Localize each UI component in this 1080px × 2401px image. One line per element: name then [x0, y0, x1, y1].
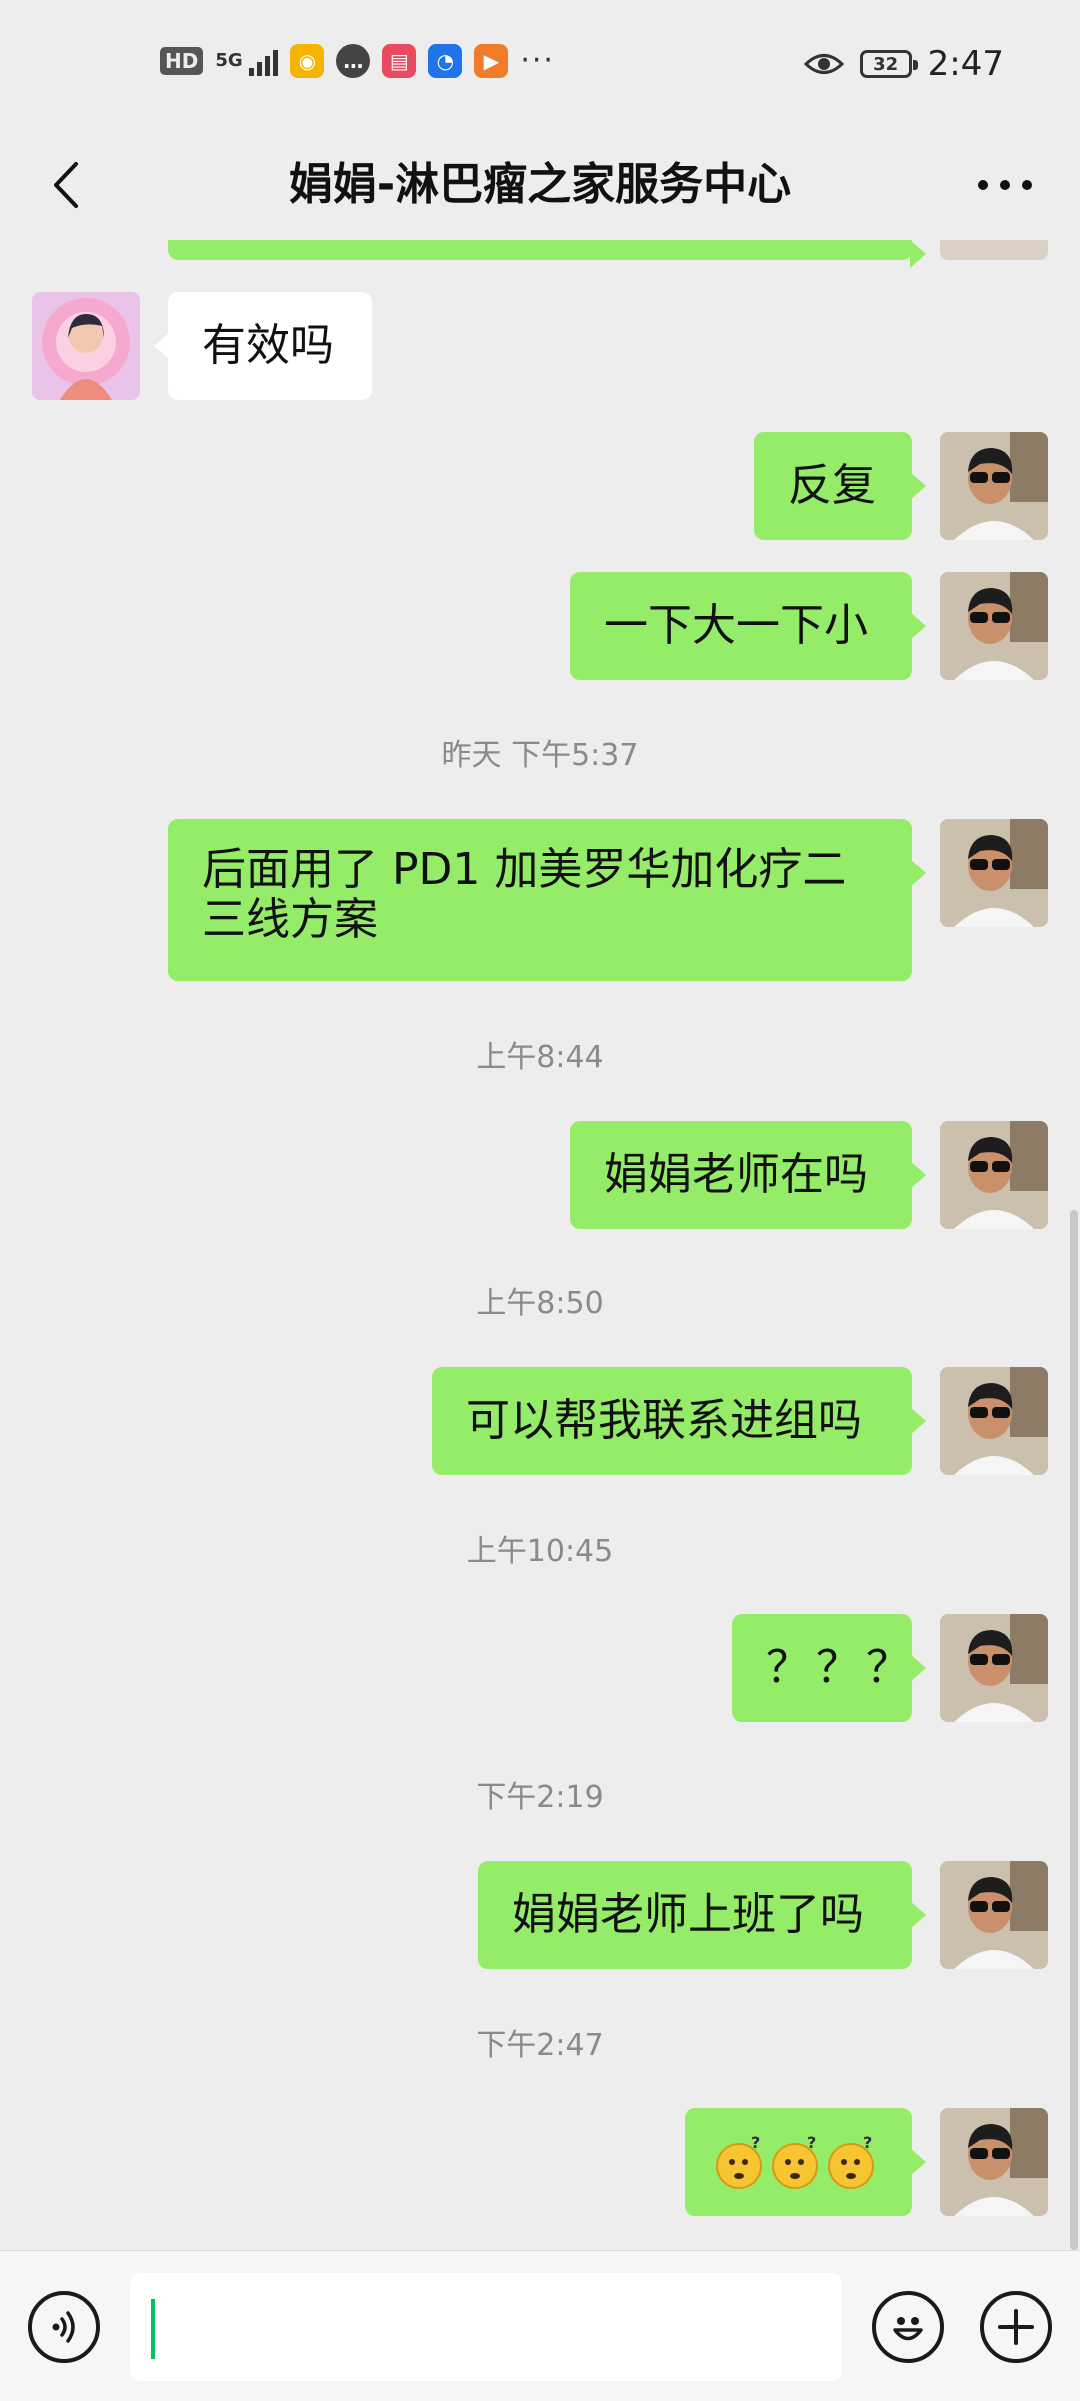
- status-bar: HD 5G ◉ … ▤ ◔ ▶ ··· 32 2:47: [0, 0, 1080, 130]
- timestamp: 昨天 下午5:37: [441, 738, 639, 773]
- network-type: 5G: [215, 50, 243, 71]
- message-text: ？？？: [766, 1642, 916, 1693]
- my-avatar[interactable]: [940, 2108, 1048, 2216]
- timestamp: 下午2:47: [476, 2028, 604, 2063]
- battery-icon: 32: [859, 50, 918, 78]
- message-bubble[interactable]: 可以帮我联系进组吗: [432, 1367, 926, 1475]
- contact-avatar[interactable]: [32, 292, 140, 400]
- svg-text:?: ?: [807, 2133, 816, 2152]
- timestamp: 下午2:19: [476, 1780, 604, 1815]
- voice-icon: [52, 2311, 75, 2343]
- message-bubble[interactable]: 娟娟老师上班了吗: [478, 1861, 926, 1969]
- message-text: 后面用了 PD1 加美罗华加化疗二三线方案: [202, 844, 847, 945]
- message-text: 反复: [788, 460, 876, 511]
- voice-button[interactable]: [28, 2291, 100, 2363]
- my-avatar[interactable]: [940, 1121, 1048, 1229]
- signal-icon: [249, 46, 279, 76]
- confused-face-emoji: ? ? ?: [716, 2133, 874, 2189]
- app-notification-icon: ◉: [290, 44, 325, 78]
- book-notification-icon: ▤: [382, 44, 417, 78]
- message-bubble[interactable]: 一下大一下小: [570, 572, 926, 680]
- chat-header: 娟娟-淋巴瘤之家服务中心: [0, 130, 1080, 240]
- more-notifications-icon: ···: [520, 43, 555, 78]
- text-cursor: [151, 2299, 155, 2359]
- clock: 2:47: [927, 44, 1004, 84]
- svg-text:?: ?: [863, 2133, 872, 2152]
- plus-icon: [998, 2309, 1034, 2345]
- timestamp: 上午8:44: [476, 1040, 604, 1075]
- hd-indicator: HD: [160, 47, 204, 75]
- more-button[interactable]: [970, 160, 1040, 210]
- message-text: 娟娟老师上班了吗: [512, 1889, 864, 1940]
- message-text: 娟娟老师在吗: [604, 1149, 868, 1200]
- timestamp: 上午10:45: [466, 1534, 614, 1569]
- my-avatar[interactable]: [940, 1861, 1048, 1969]
- chat-title: 娟娟-淋巴瘤之家服务中心: [288, 159, 792, 210]
- previous-message-bubble[interactable]: [168, 240, 926, 268]
- my-avatar[interactable]: [940, 240, 1048, 260]
- message-bubble[interactable]: ？？？: [732, 1614, 926, 1722]
- my-avatar[interactable]: [940, 572, 1048, 680]
- emoji-button[interactable]: [872, 2291, 944, 2363]
- message-text: 有效吗: [202, 320, 334, 371]
- svg-text:?: ?: [751, 2133, 760, 2152]
- my-avatar[interactable]: [940, 1367, 1048, 1475]
- message-bubble[interactable]: 娟娟老师在吗: [570, 1121, 926, 1229]
- chat-message-list[interactable]: 有效吗 反复 一下大一下小 昨天 下午5:37 后面用了 PD1 加美罗华加化疗…: [0, 240, 1080, 2250]
- status-icons-right: 32 2:47: [803, 44, 1004, 84]
- my-avatar[interactable]: [940, 432, 1048, 540]
- message-bubble[interactable]: 有效吗: [154, 292, 372, 400]
- my-avatar[interactable]: [940, 819, 1048, 927]
- message-bubble[interactable]: 反复: [754, 432, 926, 540]
- video-notification-icon: ▶: [474, 44, 509, 78]
- message-input[interactable]: [130, 2273, 842, 2381]
- eye-comfort-icon: [803, 54, 844, 74]
- plus-button[interactable]: [980, 2291, 1052, 2363]
- input-bar: [0, 2250, 1080, 2401]
- status-icons-left: HD 5G ◉ … ▤ ◔ ▶ ···: [160, 44, 555, 78]
- emoji-message-bubble[interactable]: ? ? ?: [685, 2108, 926, 2216]
- chat-scrollbar[interactable]: [1070, 1210, 1078, 2250]
- more-dots-icon: [978, 180, 1032, 190]
- my-avatar[interactable]: [940, 1614, 1048, 1722]
- message-bubble[interactable]: 后面用了 PD1 加美罗华加化疗二三线方案: [168, 819, 926, 981]
- message-text: 一下大一下小: [604, 600, 868, 651]
- battery-level: 32: [873, 53, 899, 75]
- bulb-notification-icon: ◔: [428, 44, 463, 78]
- timestamp: 上午8:50: [476, 1286, 604, 1321]
- message-text: 可以帮我联系进组吗: [466, 1395, 862, 1446]
- message-notification-icon: …: [336, 44, 371, 78]
- emoji-face-icon: [893, 2317, 923, 2341]
